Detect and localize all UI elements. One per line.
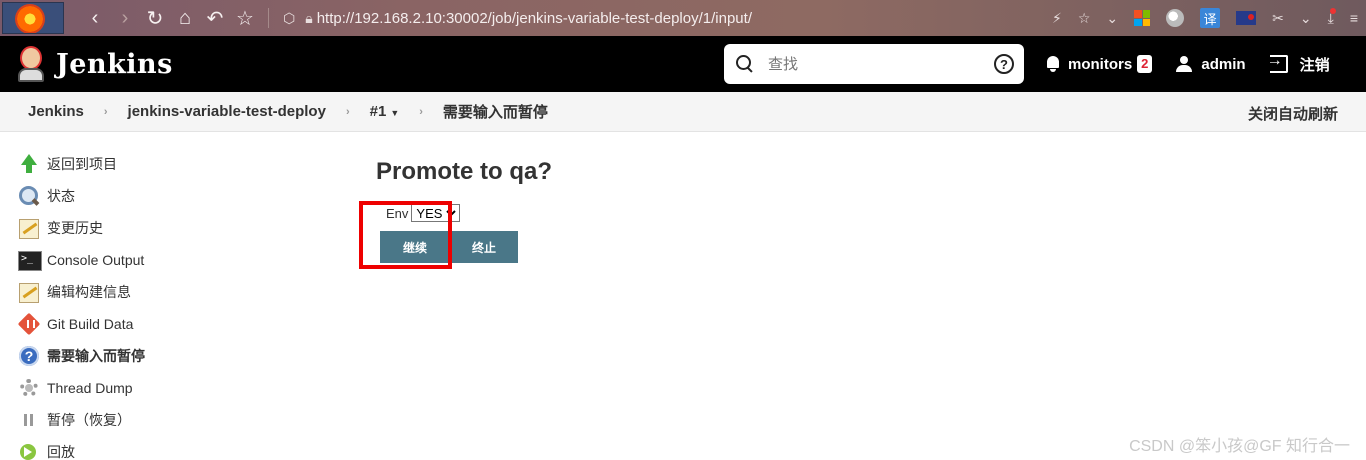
env-select[interactable]: YES (411, 204, 461, 222)
sidebar-item-label: 需要输入而暂停 (47, 348, 145, 364)
sidebar-item-label: Console Output (47, 252, 145, 268)
sidebar-item-label: Thread Dump (47, 380, 133, 396)
translate-icon[interactable]: 译 (1200, 8, 1221, 28)
sidebar-item-git-build-data[interactable]: Git Build Data (18, 308, 318, 340)
sidebar-item-back-to-project[interactable]: 返回到项目 (18, 148, 318, 180)
breadcrumb-jenkins[interactable]: Jenkins (28, 103, 84, 120)
breadcrumb-chevron-icon: › (345, 105, 350, 118)
apps-grid-icon[interactable] (1134, 10, 1151, 26)
replay-icon (18, 441, 40, 460)
sidebar-item-thread-dump[interactable]: Thread Dump (18, 372, 318, 404)
sidebar-item-label: Git Build Data (47, 316, 134, 332)
scissors-icon[interactable]: ✂︎ (1272, 10, 1284, 27)
user-icon (1176, 56, 1193, 72)
gear-icon (18, 377, 40, 399)
reload-icon[interactable]: ↻ (140, 3, 170, 33)
breadcrumb-chevron-icon: › (103, 105, 108, 118)
sidebar-item-edit-build-info[interactable]: 编辑构建信息 (18, 276, 318, 308)
search-icon (18, 185, 40, 207)
search-input[interactable] (768, 55, 978, 73)
search-icon (736, 55, 754, 73)
home-icon[interactable]: ⌂ (170, 3, 200, 33)
breadcrumb: Jenkins › jenkins-variable-test-deploy ›… (0, 92, 1366, 132)
toolbar-divider (268, 8, 269, 28)
globe-icon[interactable] (1166, 9, 1185, 27)
sidebar-item-replay[interactable]: 回放 (18, 436, 318, 460)
breadcrumb-build-label: #1 (369, 103, 387, 120)
sidebar-item-status[interactable]: 状态 (18, 180, 318, 212)
auto-refresh-toggle[interactable]: 关闭自动刷新 (1248, 103, 1338, 124)
sidebar-item-label: 返回到项目 (47, 156, 117, 172)
user-link[interactable]: admin (1176, 55, 1246, 73)
sidebar-item-label: 回放 (47, 444, 75, 460)
monitors-label: monitors (1068, 55, 1133, 73)
sidebar-item-paused-for-input[interactable]: 需要输入而暂停 (18, 340, 318, 372)
extension-flag-icon[interactable] (1236, 11, 1257, 25)
logout-link[interactable]: 注销 (1267, 52, 1330, 75)
menu-icon[interactable]: ≡ (1350, 10, 1358, 26)
breadcrumb-chevron-icon: › (419, 105, 423, 118)
brand-name: Jenkins (56, 48, 173, 80)
address-bar[interactable]: http://192.168.2.10:30002/job/jenkins-va… (317, 10, 752, 27)
page-title: Promote to qa? (376, 158, 553, 185)
logout-label: 注销 (1299, 56, 1330, 74)
sidebar-item-label: 变更历史 (47, 220, 103, 236)
browser-toolbar: ‹ › ↻ ⌂ ↶ ☆ ⬡ 🔒︎ http://192.168.2.10:300… (0, 0, 1366, 36)
favorite-star-icon[interactable]: ☆ (1078, 10, 1091, 27)
up-arrow-icon (18, 153, 40, 175)
breadcrumb-job[interactable]: jenkins-variable-test-deploy (128, 103, 326, 120)
tab-thumbnail[interactable] (2, 2, 64, 34)
jenkins-logo[interactable]: Jenkins (16, 44, 173, 84)
sidebar-item-label: 暂停（恢复） (47, 412, 131, 428)
user-name: admin (1201, 55, 1246, 73)
caret-down-icon[interactable]: ▼ (390, 108, 399, 118)
logout-icon (1267, 52, 1292, 73)
jenkins-header: Jenkins ? monitors 2 admin 注销 (0, 36, 1366, 92)
notepad-icon (18, 281, 40, 303)
jenkins-butler-icon (16, 44, 46, 84)
forward-icon[interactable]: › (110, 3, 140, 33)
help-icon (18, 345, 40, 367)
env-param-label: Env (386, 205, 409, 221)
shield-icon[interactable]: ⬡ (283, 10, 295, 27)
sidebar-item-label: 编辑构建信息 (47, 284, 131, 300)
sidebar-item-console-output[interactable]: Console Output (18, 244, 318, 276)
watermark: CSDN @笨小孩@GF 知行合一 (1129, 438, 1350, 455)
undo-icon[interactable]: ↶ (200, 3, 230, 33)
side-panel: 返回到项目 状态 变更历史 Console Output 编辑构建信息 Git … (18, 148, 318, 460)
bell-icon (1046, 56, 1060, 72)
breadcrumb-build[interactable]: #1 ▼ (370, 103, 400, 120)
bookmark-star-icon[interactable]: ☆ (230, 3, 260, 33)
search-box: ? (724, 44, 1024, 84)
sidebar-item-label: 状态 (47, 188, 75, 204)
monitors-link[interactable]: monitors 2 (1046, 55, 1153, 73)
download-icon[interactable]: ⤓ (1328, 7, 1337, 27)
parameter-row: Env YES (386, 204, 461, 222)
help-icon[interactable]: ? (994, 54, 1014, 74)
insecure-lock-icon[interactable]: 🔒︎ (305, 10, 312, 27)
main-panel: Promote to qa? Env YES 继续 终止 (376, 158, 553, 263)
chevron-down-icon[interactable]: ⌄ (1106, 10, 1118, 27)
lightning-icon[interactable]: ⚡︎ (1052, 10, 1062, 27)
pause-icon (18, 409, 40, 431)
sidebar-item-changes[interactable]: 变更历史 (18, 212, 318, 244)
continue-button[interactable]: 继续 (380, 231, 450, 263)
back-icon[interactable]: ‹ (80, 3, 110, 33)
breadcrumb-input[interactable]: 需要输入而暂停 (443, 101, 548, 122)
sidebar-item-pause-resume[interactable]: 暂停（恢复） (18, 404, 318, 436)
chevron-down-icon[interactable]: ⌄ (1300, 10, 1312, 27)
abort-button[interactable]: 终止 (450, 231, 518, 263)
terminal-icon (18, 249, 42, 271)
git-icon (18, 313, 40, 335)
monitors-badge: 2 (1137, 55, 1153, 73)
notepad-icon (18, 217, 40, 239)
